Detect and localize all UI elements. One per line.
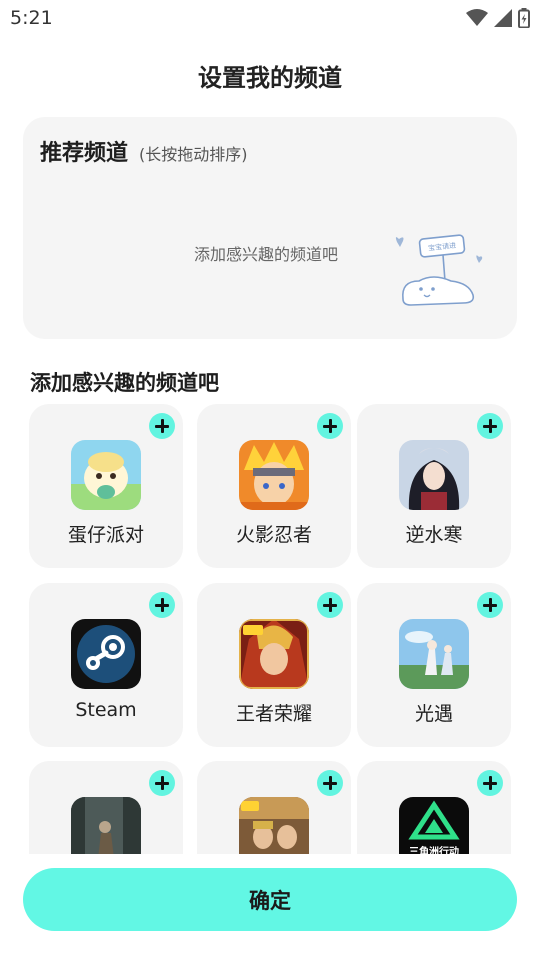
channel-tile-nishuihan[interactable]: 逆水寒	[357, 404, 511, 568]
peace-elite-icon	[239, 797, 309, 854]
add-channel-button[interactable]	[149, 413, 175, 439]
channel-label: Steam	[75, 699, 137, 721]
channel-tile-forest-game[interactable]	[29, 761, 183, 854]
channel-tile-honor-of-kings[interactable]: 王者荣耀	[197, 583, 351, 747]
channel-tile-eggy-party[interactable]: 蛋仔派对	[29, 404, 183, 568]
page-title: 设置我的频道	[198, 64, 342, 92]
recommended-channels-card: 推荐频道 (长按拖动排序) 添加感兴趣的频道吧 宝宝请进	[23, 117, 517, 339]
honor-of-kings-icon	[239, 619, 309, 689]
status-icons	[466, 8, 530, 28]
add-channel-button[interactable]	[149, 592, 175, 618]
status-bar: 5:21	[0, 0, 540, 36]
confirm-button[interactable]: 确定	[23, 868, 517, 931]
wifi-icon	[466, 9, 488, 26]
nishuihan-icon	[399, 440, 469, 510]
add-channel-button[interactable]	[477, 592, 503, 618]
channel-label: 蛋仔派对	[67, 524, 144, 546]
channel-label: 光遇	[414, 703, 453, 725]
add-channel-button[interactable]	[149, 770, 175, 796]
channel-tile-steam[interactable]: Steam	[29, 583, 183, 747]
channel-label: 王者荣耀	[235, 703, 312, 725]
channel-tile-peace-elite[interactable]	[197, 761, 351, 854]
naruto-icon	[239, 440, 309, 510]
steam-icon	[71, 619, 141, 689]
forest-game-icon	[71, 797, 141, 854]
svg-text:三角洲行动: 三角洲行动	[409, 845, 459, 854]
channel-label: 逆水寒	[405, 524, 463, 546]
recommended-hint: (长按拖动排序)	[139, 145, 248, 164]
empty-state-text: 添加感兴趣的频道吧	[194, 245, 339, 264]
channel-grid: 蛋仔派对 火影忍者 逆水寒 Steam 王者荣耀 光遇 三角洲行动	[0, 404, 540, 854]
channel-tile-naruto[interactable]: 火影忍者	[197, 404, 351, 568]
eggy-party-icon	[71, 440, 141, 510]
battery-icon	[518, 8, 530, 28]
add-section-title: 添加感兴趣的频道吧	[30, 371, 219, 395]
recommended-title: 推荐频道	[40, 141, 129, 166]
add-channel-button[interactable]	[317, 413, 343, 439]
add-channel-button[interactable]	[477, 770, 503, 796]
empty-state-illustration: 宝宝请进	[395, 234, 483, 306]
channel-tile-sky[interactable]: 光遇	[357, 583, 511, 747]
add-channel-button[interactable]	[317, 592, 343, 618]
status-time: 5:21	[10, 7, 53, 29]
sky-icon	[399, 619, 469, 689]
channel-label: 火影忍者	[235, 524, 312, 546]
add-channel-button[interactable]	[317, 770, 343, 796]
channel-tile-delta-force[interactable]: 三角洲行动	[357, 761, 511, 854]
delta-force-icon: 三角洲行动	[399, 797, 469, 854]
cell-signal-icon	[494, 9, 512, 27]
add-channel-button[interactable]	[477, 413, 503, 439]
